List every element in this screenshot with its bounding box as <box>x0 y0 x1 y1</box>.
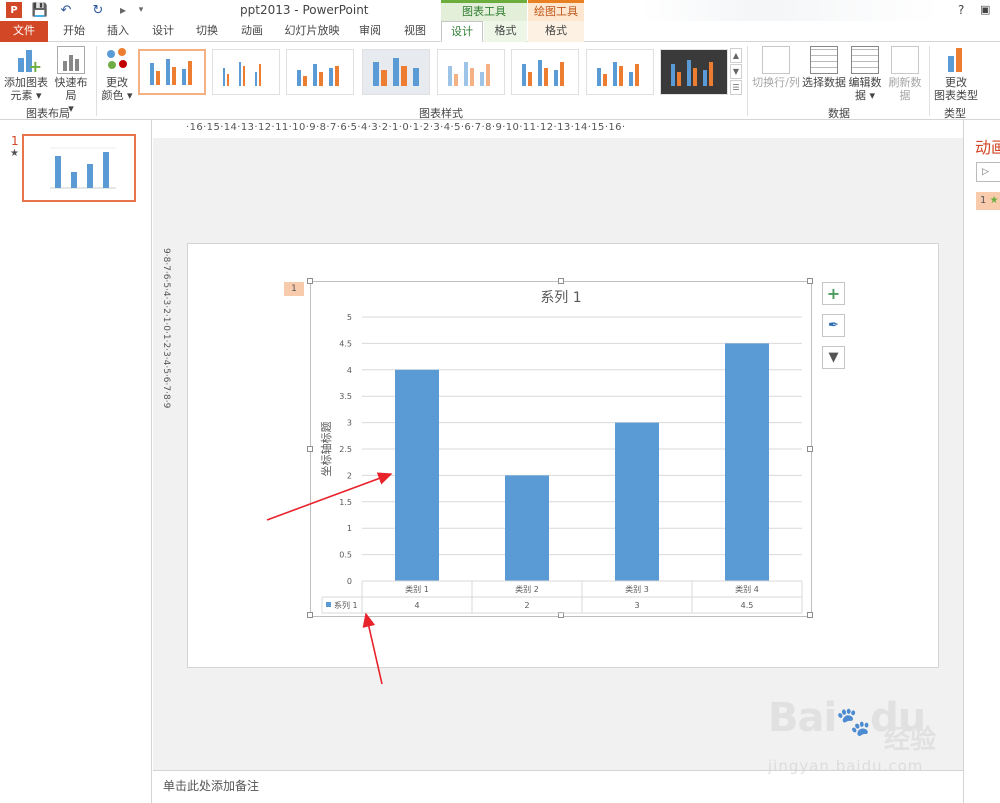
animation-pane: 动画 ▷ 1 ★ <box>963 120 1000 803</box>
animation-pane-title: 动画 <box>975 138 1000 157</box>
watermark-url: jingyan.baidu.com <box>768 757 924 775</box>
red-arrow <box>266 472 393 521</box>
play-icon[interactable]: ▷ <box>976 162 1000 182</box>
animation-star-icon: ★ <box>989 195 999 206</box>
annotation-arrows <box>266 472 393 685</box>
red-arrow <box>362 612 383 685</box>
notes-placeholder[interactable]: 单击此处添加备注 <box>163 777 259 794</box>
animation-item-number: 1 <box>980 195 987 206</box>
watermark-cn: 经验 <box>884 725 937 755</box>
animation-item-1[interactable]: 1 ★ <box>976 192 1000 210</box>
baidu-watermark: Bai🐾du 经验 jingyan.baidu.com <box>768 695 958 785</box>
